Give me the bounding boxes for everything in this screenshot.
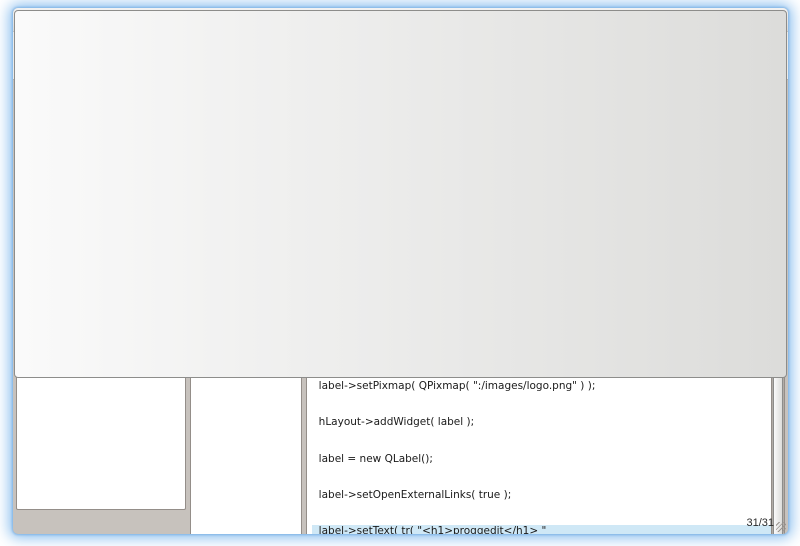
dock-area: Context ◇ ✕ ✔ Context Items ✔ AboutDialo… <box>13 80 788 512</box>
statusbar: 31/31 <box>13 512 788 534</box>
translation-progress-count: 31/31 <box>746 517 774 529</box>
scrollbar-thumb[interactable] <box>14 10 787 378</box>
qt-linguist-window: /home/daniel/codes/proggen/wiki/framewor… <box>13 8 788 534</box>
resize-grip[interactable] <box>776 522 786 532</box>
